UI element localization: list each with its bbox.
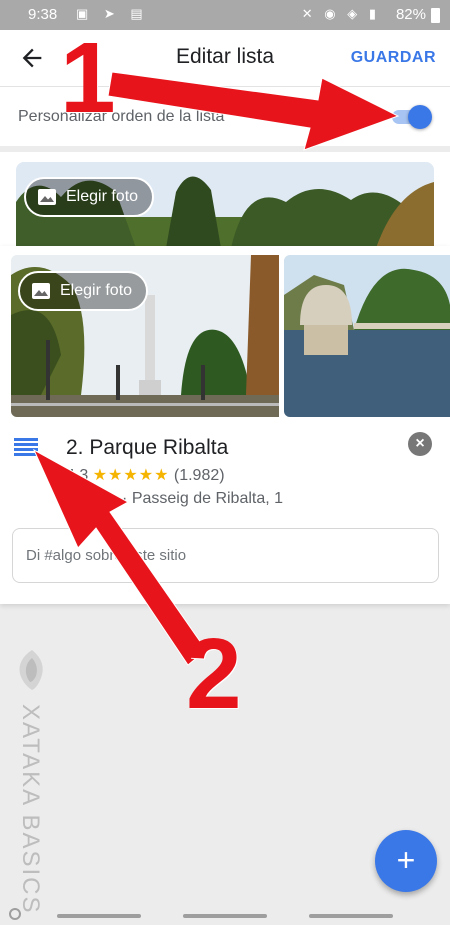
drag-handle-icon[interactable] — [14, 438, 38, 456]
annotation-number-1: 1 — [60, 22, 116, 134]
choose-photo-label: Elegir foto — [60, 282, 133, 299]
watermark-text: XATAKA BASICS — [17, 704, 44, 915]
save-button[interactable]: GUARDAR — [351, 49, 436, 67]
notification-icons: ▣ ➤ ▤ — [76, 6, 149, 21]
pond-photo-image — [284, 255, 450, 417]
nav-bar — [0, 905, 450, 925]
battery-icon — [431, 8, 440, 23]
nav-circle-icon — [9, 908, 21, 920]
place-card-2: Elegir foto 2. Parque Ribalta × 4,3 ★★★★… — [0, 246, 450, 604]
note-input[interactable] — [26, 529, 426, 582]
rating-stars-icon: ★★★★★ — [92, 467, 170, 484]
system-icons: ✕ ◉ ◈ ▮ — [301, 6, 380, 21]
remove-place-button[interactable]: × — [408, 432, 432, 456]
place-category: Parque — [66, 490, 118, 507]
custom-order-label: Personalizar orden de la lista — [18, 108, 225, 125]
nav-pill-center — [183, 914, 267, 918]
separator: · — [122, 490, 128, 507]
address-row: Parque · Passeig de Ribalta, 1 — [66, 490, 283, 508]
place-card-1: Elegir foto — [0, 152, 450, 252]
image-icon — [38, 189, 56, 205]
nav-pill-right — [309, 914, 393, 918]
annotation-number-2: 2 — [186, 618, 242, 730]
add-place-button[interactable]: + — [375, 830, 437, 892]
place-photo-2 — [284, 255, 450, 417]
place-photo: Elegir foto — [16, 162, 434, 248]
nav-pill-left — [57, 914, 141, 918]
choose-photo-button[interactable]: Elegir foto — [24, 177, 155, 217]
rating-value: 4,3 — [66, 467, 89, 484]
image-icon — [32, 283, 50, 299]
toggle-knob — [408, 105, 432, 129]
xataka-logo-icon — [19, 650, 43, 690]
review-count: (1.982) — [173, 467, 225, 484]
place-address: Passeig de Ribalta, 1 — [131, 490, 284, 507]
battery-percent: 82% — [395, 6, 426, 23]
custom-order-toggle[interactable] — [392, 105, 432, 129]
place-name: 2. Parque Ribalta — [66, 436, 229, 459]
choose-photo-label: Elegir foto — [66, 188, 139, 205]
place-photo-1: Elegir foto — [11, 255, 279, 417]
note-field[interactable] — [12, 528, 439, 583]
status-time: 9:38 — [28, 6, 58, 23]
rating-row: 4,3 ★★★★★ (1.982) — [66, 465, 225, 485]
choose-photo-button[interactable]: Elegir foto — [18, 271, 149, 311]
